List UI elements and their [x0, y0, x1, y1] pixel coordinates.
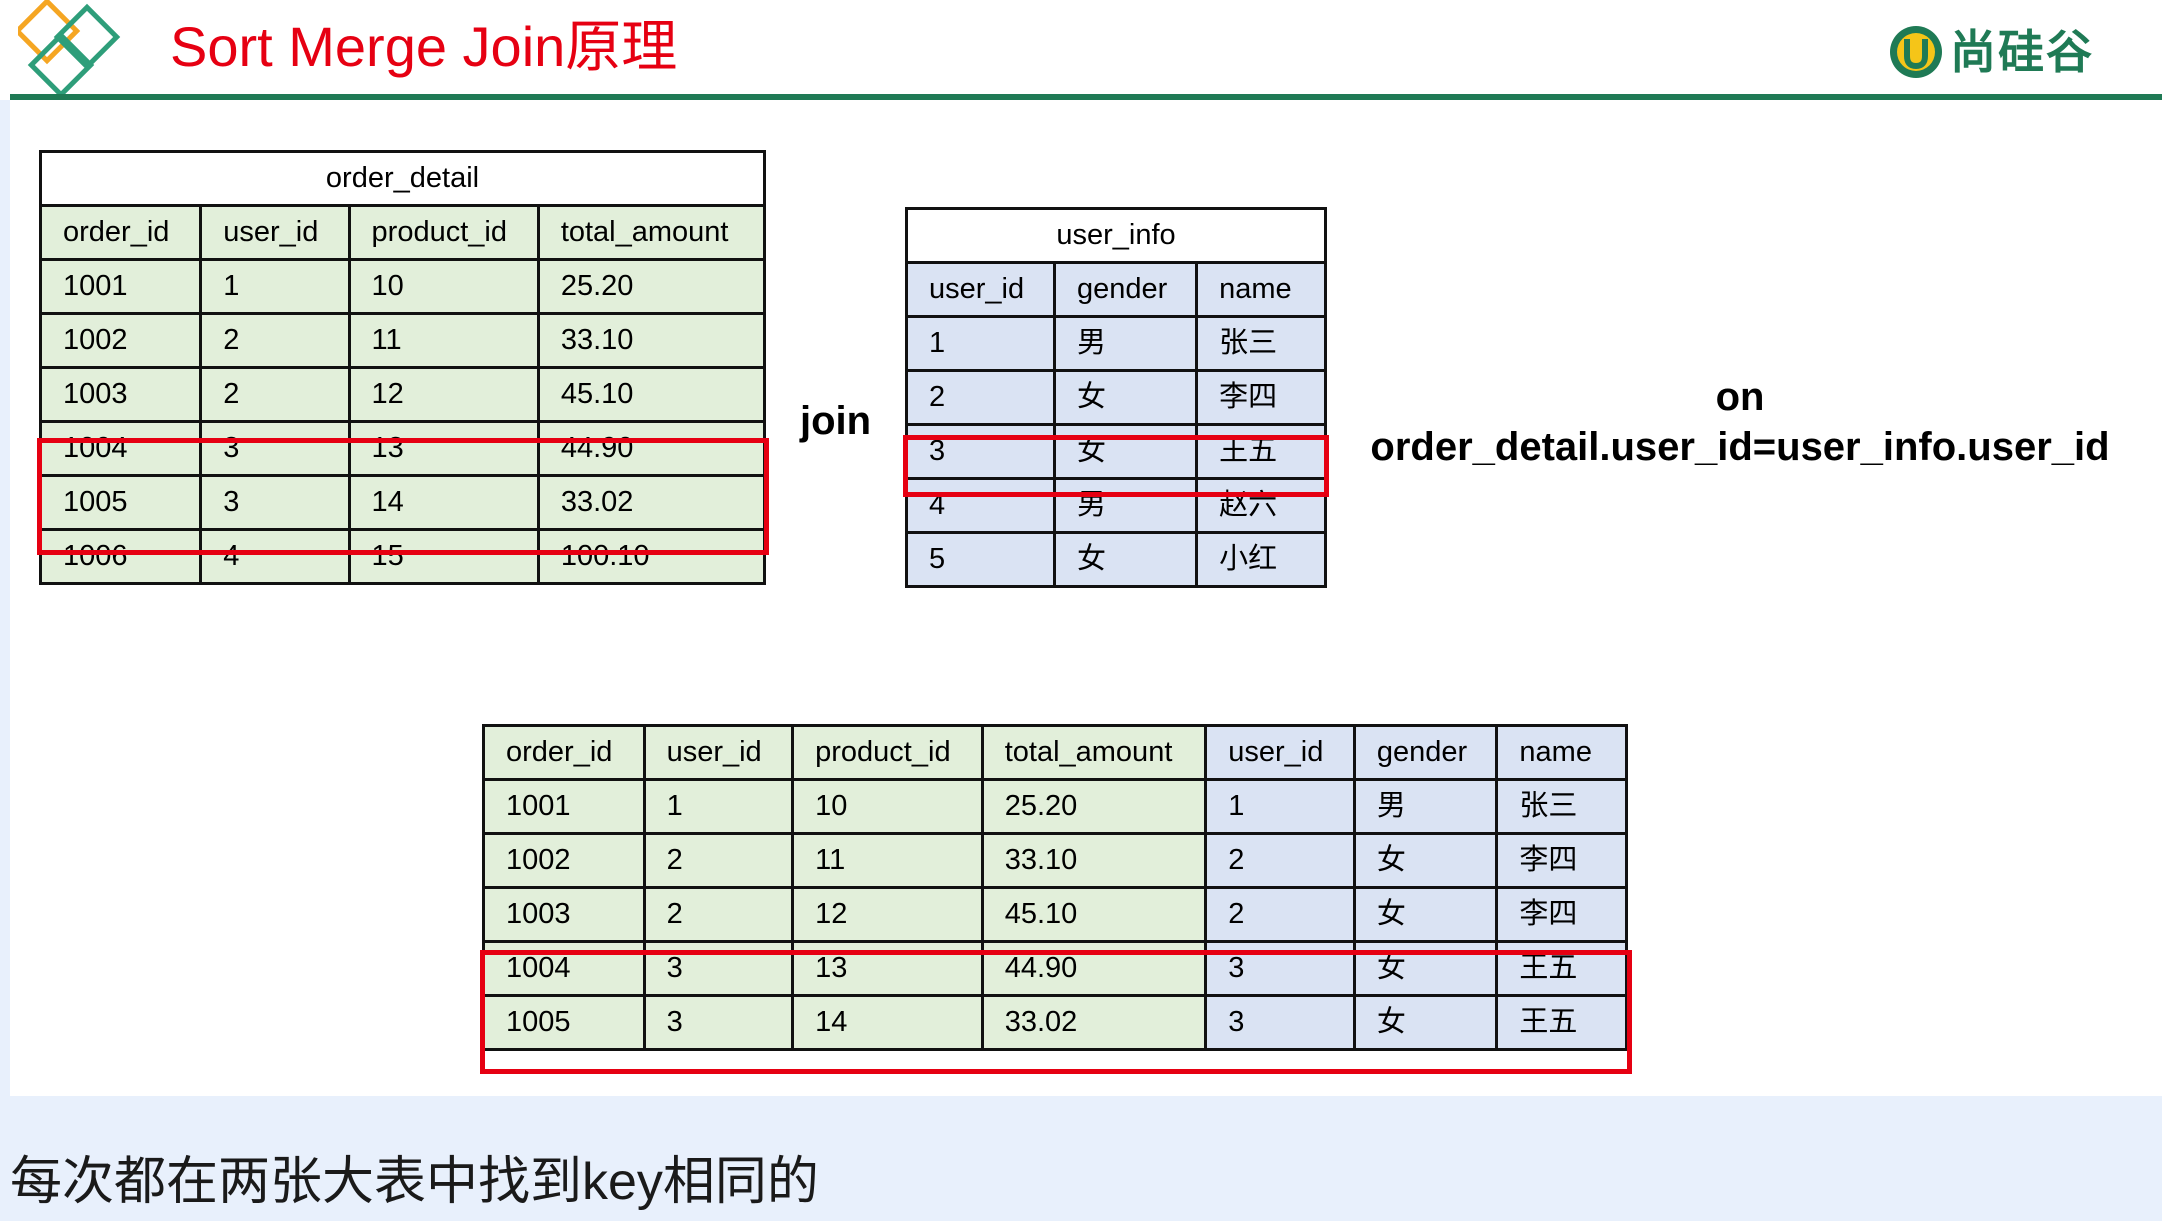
column-header: gender: [1053, 261, 1199, 318]
header-divider: [10, 94, 2162, 100]
table-cell: 45.10: [980, 886, 1208, 943]
table-cell: 张三: [1195, 315, 1327, 372]
left-edge-stripe: [0, 100, 10, 1096]
table-cell: 1: [642, 778, 795, 835]
table-cell: 女: [1053, 369, 1199, 426]
table-cell: 33.10: [980, 832, 1208, 889]
column-header: user_id: [1204, 724, 1356, 781]
table-cell: 1: [199, 258, 351, 315]
table-row: 1001 1 10 25.20: [38, 258, 767, 315]
table-cell: 男: [1053, 315, 1199, 372]
table-cell: 10: [791, 778, 984, 835]
table-cell: 5: [904, 531, 1057, 588]
table-cell: 2: [904, 369, 1057, 426]
table-row: 1001 1 10 25.20 1 男 张三: [482, 778, 1628, 835]
order-highlight-box: [37, 438, 769, 555]
column-header: name: [1195, 261, 1327, 318]
table-cell: 李四: [1195, 369, 1327, 426]
table-cell: 1001: [482, 778, 646, 835]
table-cell: 李四: [1495, 832, 1628, 889]
user-info-caption: user_info: [905, 207, 1327, 264]
column-header: user_id: [199, 204, 351, 261]
column-header: total_amount: [536, 204, 767, 261]
user-info-header-row: user_id gender name: [904, 261, 1327, 318]
table-row: 1 男 张三: [904, 315, 1327, 372]
table-cell: 1001: [38, 258, 203, 315]
result-highlight-box: [480, 950, 1632, 1074]
table-cell: 10: [347, 258, 540, 315]
brand-logo: 尚硅谷: [1888, 22, 2094, 82]
table-cell: 2: [642, 886, 795, 943]
join-condition: on order_detail.user_id=user_info.user_i…: [1340, 372, 2140, 472]
table-cell: 25.20: [536, 258, 767, 315]
column-header: user_id: [904, 261, 1057, 318]
table-cell: 女: [1352, 886, 1499, 943]
on-condition: order_detail.user_id=user_info.user_id: [1370, 425, 2110, 469]
table-cell: 1: [1204, 778, 1356, 835]
table-row: 1003 2 12 45.10: [38, 366, 767, 423]
table-cell: 2: [642, 832, 795, 889]
table-cell: 45.10: [536, 366, 767, 423]
join-label: join: [800, 399, 872, 443]
user-highlight-box: [903, 435, 1329, 497]
column-header: product_id: [347, 204, 540, 261]
table-cell: 11: [791, 832, 984, 889]
column-header: order_id: [482, 724, 646, 781]
table-cell: 女: [1053, 531, 1199, 588]
column-header: total_amount: [980, 724, 1208, 781]
column-header: user_id: [642, 724, 795, 781]
logo-diamonds-icon: [18, 0, 121, 98]
table-cell: 2: [1204, 886, 1356, 943]
table-cell: 1002: [482, 832, 646, 889]
order-detail-caption: order_detail: [39, 150, 766, 207]
result-header-row: order_id user_id product_id total_amount…: [482, 724, 1628, 781]
table-row: 1002 2 11 33.10: [38, 312, 767, 369]
column-header: product_id: [791, 724, 984, 781]
table-cell: 李四: [1495, 886, 1628, 943]
table-cell: 1003: [38, 366, 203, 423]
table-row: 2 女 李四: [904, 369, 1327, 426]
table-row: 5 女 小红: [904, 531, 1327, 588]
table-row: 1003 2 12 45.10 2 女 李四: [482, 886, 1628, 943]
table-cell: 2: [199, 366, 351, 423]
column-header: gender: [1352, 724, 1499, 781]
page-title: Sort Merge Join原理: [170, 15, 678, 78]
table-cell: 张三: [1495, 778, 1628, 835]
table-cell: 女: [1352, 832, 1499, 889]
table-cell: 小红: [1195, 531, 1327, 588]
order-detail-header-row: order_id user_id product_id total_amount: [38, 204, 767, 261]
table-cell: 2: [199, 312, 351, 369]
brand-name: 尚硅谷: [1950, 26, 2094, 78]
column-header: order_id: [38, 204, 203, 261]
table-cell: 1: [904, 315, 1057, 372]
table-cell: 1002: [38, 312, 203, 369]
column-header: name: [1495, 724, 1628, 781]
table-cell: 男: [1352, 778, 1499, 835]
table-cell: 25.20: [980, 778, 1208, 835]
table-cell: 1003: [482, 886, 646, 943]
user-info-table: user_info user_id gender name 1 男 张三 2 女…: [904, 207, 1327, 588]
table-cell: 2: [1204, 832, 1356, 889]
table-cell: 11: [347, 312, 540, 369]
footer-caption: 每次都在两张大表中找到key相同的: [10, 1153, 819, 1211]
table-cell: 33.10: [536, 312, 767, 369]
brand-u-icon: [1890, 26, 1942, 78]
on-keyword: on: [1715, 375, 1765, 419]
table-cell: 12: [791, 886, 984, 943]
table-cell: 12: [347, 366, 540, 423]
table-row: 1002 2 11 33.10 2 女 李四: [482, 832, 1628, 889]
